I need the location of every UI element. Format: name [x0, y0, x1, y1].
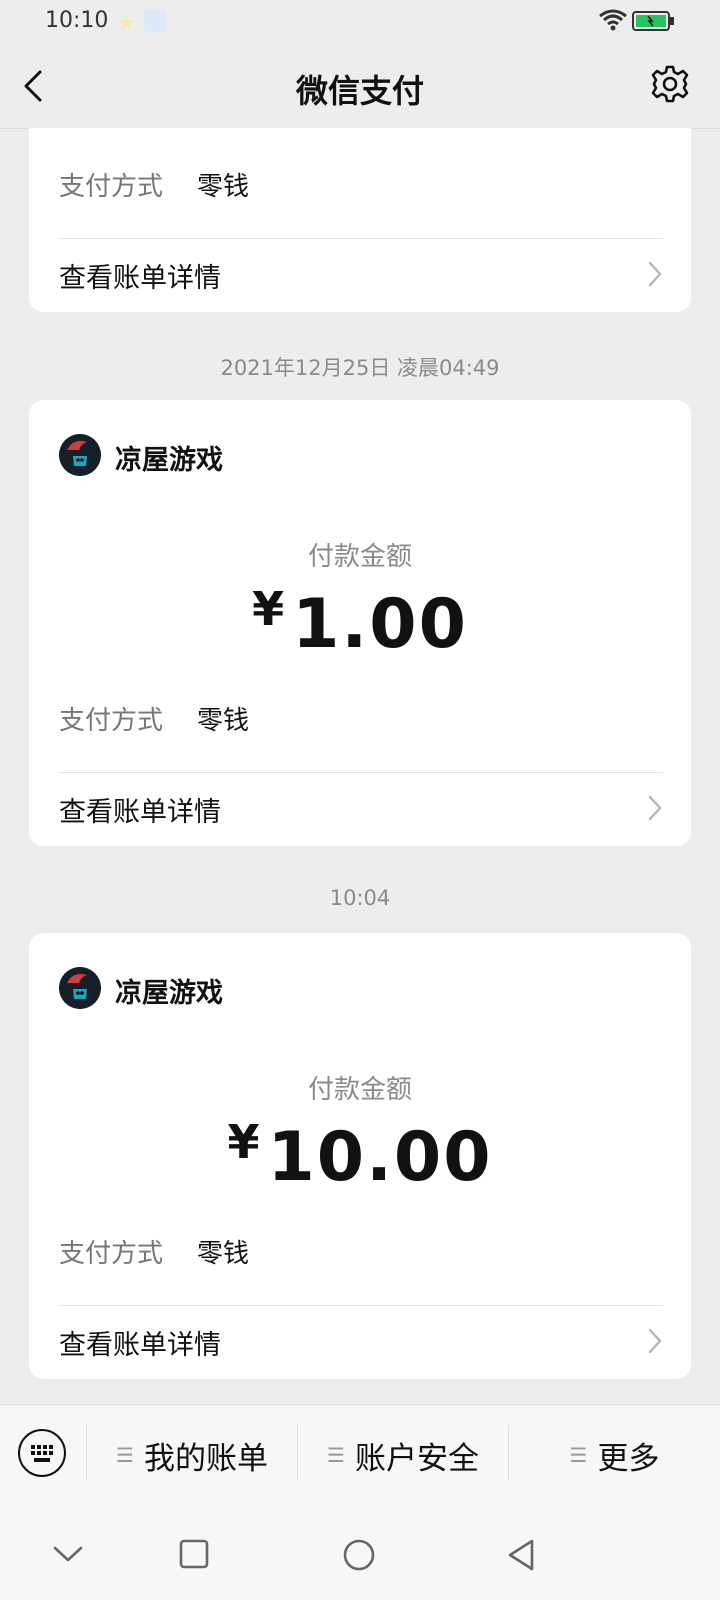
- chevron-right-icon: [648, 261, 662, 287]
- menu-item-label: 我的账单: [143, 1440, 268, 1477]
- pay-method-label: 支付方式: [59, 706, 164, 736]
- transaction-card: 凉屋游戏 付款金额 ¥10.00 支付方式 零钱 查看账单详情: [29, 933, 691, 1379]
- amount-value: 10.00: [267, 1118, 493, 1197]
- merchant-name: 凉屋游戏: [115, 445, 223, 476]
- menu-item-label: 更多: [597, 1440, 660, 1477]
- view-bill-detail-label: 查看账单详情: [59, 1330, 221, 1361]
- bottom-menu: ☰ 我的账单 ☰ 账户安全 ☰ 更多: [0, 1404, 720, 1505]
- menu-lines-icon: ☰: [569, 1443, 588, 1467]
- page-title: 微信支付: [295, 72, 424, 110]
- payment-amount: ¥1.00: [29, 582, 691, 664]
- status-bar: 10:10 ★: [0, 0, 720, 44]
- pay-method-label: 支付方式: [59, 1239, 164, 1269]
- pay-method-value: 零钱: [197, 706, 250, 736]
- pay-method-label: 支付方式: [59, 172, 164, 202]
- chevron-right-icon: [648, 795, 662, 821]
- menu-lines-icon: ☰: [327, 1443, 345, 1467]
- divider: [59, 238, 663, 239]
- payment-amount: ¥10.00: [29, 1115, 691, 1197]
- merchant-name: 凉屋游戏: [115, 978, 223, 1009]
- transaction-card: 支付方式 零钱 查看账单详情: [29, 128, 691, 312]
- view-bill-detail-label: 查看账单详情: [59, 797, 221, 828]
- status-time: 10:10: [45, 8, 109, 33]
- nav-bar: 微信支付: [0, 44, 720, 129]
- recents-icon[interactable]: [178, 1538, 210, 1570]
- transaction-timestamp: 2021年12月25日 凌晨04:49: [220, 356, 500, 380]
- gear-icon[interactable]: [650, 64, 690, 104]
- wifi-icon: [599, 9, 627, 31]
- menu-item-my-bills[interactable]: ☰ 我的账单: [87, 1405, 297, 1505]
- pay-method-value: 零钱: [197, 1239, 250, 1269]
- amount-value: 1.00: [292, 585, 468, 664]
- notification-app-icon: [144, 10, 166, 32]
- merchant-avatar: [59, 967, 101, 1009]
- chevron-right-icon: [648, 1328, 662, 1354]
- view-bill-detail-row[interactable]: 查看账单详情: [59, 256, 663, 296]
- home-icon[interactable]: [342, 1538, 376, 1572]
- view-bill-detail-row[interactable]: 查看账单详情: [59, 790, 663, 830]
- notification-star-icon: ★: [117, 10, 135, 34]
- amount-label: 付款金额: [307, 542, 412, 572]
- view-bill-detail-label: 查看账单详情: [59, 263, 221, 294]
- divider: [59, 1305, 663, 1306]
- currency-symbol: ¥: [252, 582, 285, 636]
- divider: [59, 772, 663, 773]
- menu-lines-icon: ☰: [116, 1443, 134, 1467]
- currency-symbol: ¥: [227, 1115, 260, 1169]
- battery-icon: [632, 11, 674, 31]
- menu-item-label: 账户安全: [354, 1440, 479, 1477]
- transaction-timestamp: 10:04: [329, 886, 391, 910]
- chevron-down-icon[interactable]: [52, 1538, 84, 1570]
- menu-item-account-security[interactable]: ☰ 账户安全: [298, 1405, 508, 1505]
- system-nav-bar: [0, 1504, 720, 1600]
- amount-label: 付款金额: [307, 1075, 412, 1105]
- merchant-avatar: [59, 434, 101, 476]
- keyboard-icon[interactable]: [18, 1429, 66, 1477]
- view-bill-detail-row[interactable]: 查看账单详情: [59, 1323, 663, 1363]
- pay-method-value: 零钱: [197, 172, 250, 202]
- menu-item-more[interactable]: ☰ 更多: [509, 1405, 720, 1505]
- back-triangle-icon[interactable]: [506, 1538, 538, 1572]
- transaction-card: 凉屋游戏 付款金额 ¥1.00 支付方式 零钱 查看账单详情: [29, 400, 691, 846]
